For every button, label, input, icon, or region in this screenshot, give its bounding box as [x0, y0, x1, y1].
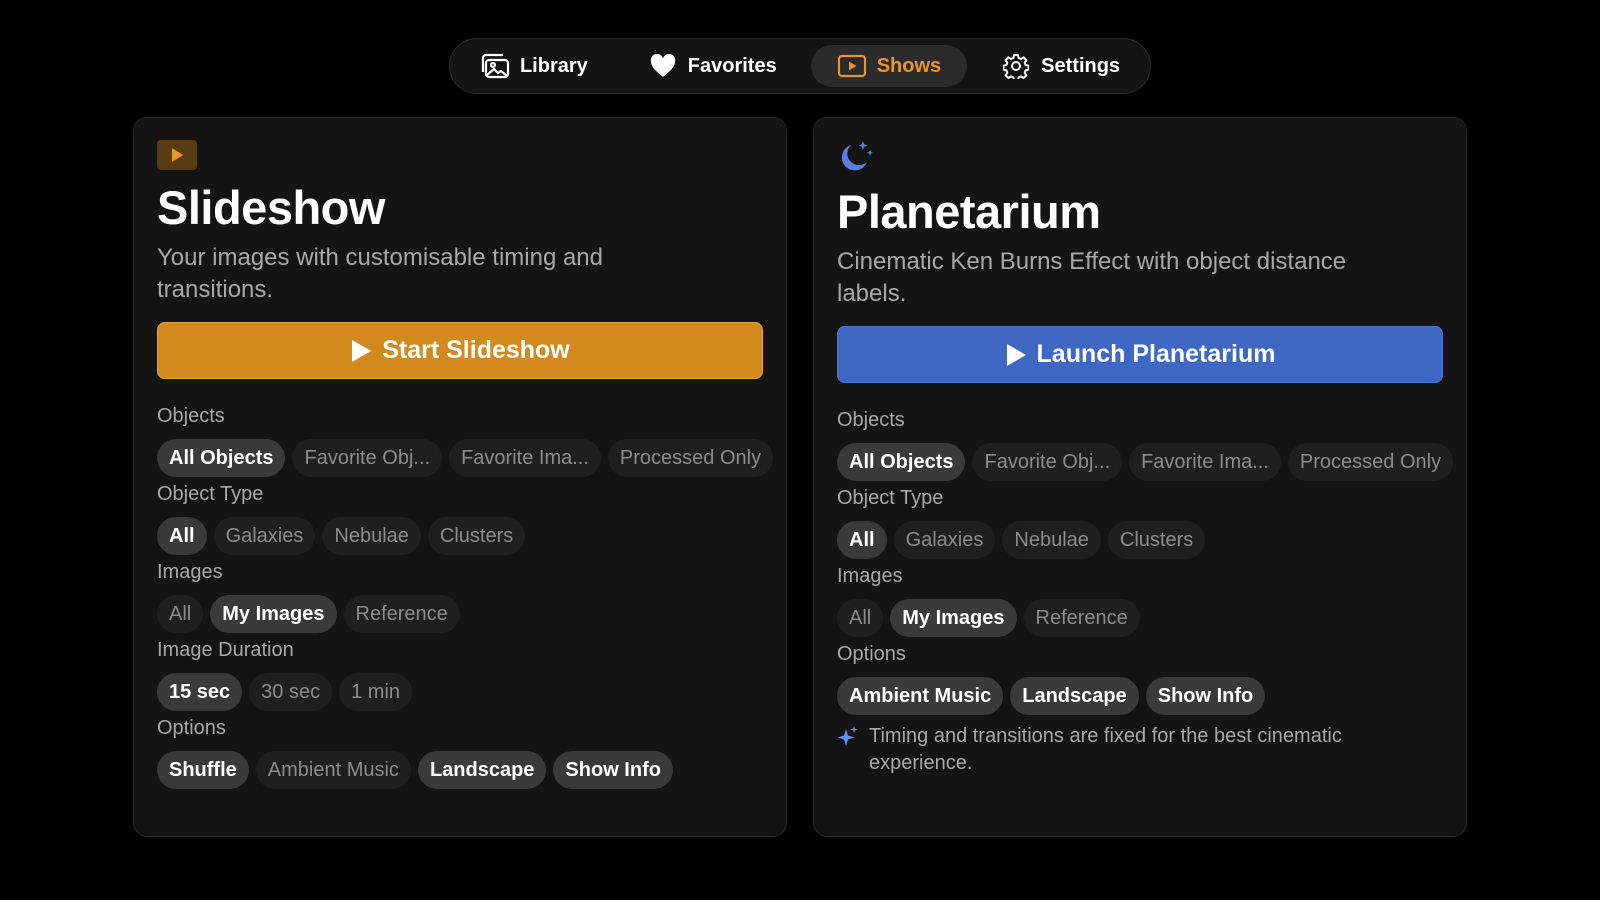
object-type-section: Object Type All Galaxies Nebulae Cluster…	[837, 485, 1447, 559]
nav-shows[interactable]: Shows	[810, 45, 968, 87]
section-label: Object Type	[837, 487, 944, 509]
card-title: Planetarium	[837, 185, 1101, 238]
moon-stars-icon	[837, 140, 875, 181]
chip-landscape[interactable]: Landscape	[1010, 677, 1139, 715]
chip-landscape[interactable]: Landscape	[417, 751, 547, 789]
chip-ambient-music[interactable]: Ambient Music	[255, 751, 411, 789]
nav-label: Shows	[876, 54, 942, 77]
image-duration-section: Image Duration 15 sec 30 sec 1 min	[157, 637, 767, 711]
planetarium-card: Planetarium Cinematic Ken Burns Effect w…	[813, 117, 1467, 837]
nav-library[interactable]: Library	[454, 45, 614, 87]
play-icon	[1006, 343, 1026, 366]
chip-nebulae[interactable]: Nebulae	[1002, 521, 1101, 559]
section-label: Images	[157, 561, 223, 583]
nav-settings[interactable]: Settings	[975, 45, 1146, 87]
images-section: Images All My Images Reference	[157, 559, 767, 633]
chip-all-images[interactable]: All	[157, 595, 204, 633]
section-label: Object Type	[157, 483, 264, 505]
card-title: Slideshow	[157, 181, 385, 234]
top-navigation: Library Favorites Shows Settings	[449, 38, 1151, 94]
photo-library-icon	[480, 53, 510, 79]
objects-section: Objects All Objects Favorite Obj... Favo…	[157, 403, 774, 477]
chip-reference[interactable]: Reference	[1023, 599, 1140, 637]
chip-all-images[interactable]: All	[837, 599, 884, 637]
chip-all[interactable]: All	[837, 521, 887, 559]
chip-clusters[interactable]: Clusters	[427, 517, 526, 555]
nav-favorites[interactable]: Favorites	[622, 45, 803, 87]
chip-my-images[interactable]: My Images	[210, 595, 337, 633]
nav-label: Settings	[1041, 54, 1121, 77]
chip-ambient-music[interactable]: Ambient Music	[837, 677, 1004, 715]
info-note: Timing and transitions are fixed for the…	[837, 723, 1397, 777]
chip-show-info[interactable]: Show Info	[553, 751, 673, 789]
images-section: Images All My Images Reference	[837, 563, 1447, 637]
options-section: Options Ambient Music Landscape Show Inf…	[837, 641, 1447, 715]
section-label: Image Duration	[157, 639, 294, 661]
chip-all-objects[interactable]: All Objects	[837, 443, 966, 481]
slideshow-card: Slideshow Your images with customisable …	[133, 117, 787, 837]
chip-all[interactable]: All	[157, 517, 207, 555]
start-slideshow-button[interactable]: Start Slideshow	[157, 322, 763, 379]
chip-galaxies[interactable]: Galaxies	[213, 517, 316, 555]
section-label: Objects	[837, 409, 905, 431]
chip-processed-only[interactable]: Processed Only	[607, 439, 774, 477]
note-text: Timing and transitions are fixed for the…	[869, 725, 1342, 774]
chip-30-sec[interactable]: 30 sec	[249, 673, 333, 711]
nav-label: Library	[519, 54, 588, 77]
chip-15-sec[interactable]: 15 sec	[157, 673, 243, 711]
chip-processed-only[interactable]: Processed Only	[1287, 443, 1454, 481]
chip-shuffle[interactable]: Shuffle	[157, 751, 249, 789]
chip-favorite-objects[interactable]: Favorite Obj...	[292, 439, 443, 477]
section-label: Images	[837, 565, 903, 587]
section-label: Options	[837, 643, 906, 665]
launch-planetarium-button[interactable]: Launch Planetarium	[837, 326, 1443, 383]
play-rectangle-icon	[837, 53, 867, 79]
chip-show-info[interactable]: Show Info	[1145, 677, 1266, 715]
chip-all-objects[interactable]: All Objects	[157, 439, 286, 477]
heart-icon	[648, 53, 678, 79]
gear-icon	[1001, 53, 1031, 79]
object-type-section: Object Type All Galaxies Nebulae Cluster…	[157, 481, 767, 555]
card-description: Cinematic Ken Burns Effect with object d…	[837, 248, 1347, 307]
chip-clusters[interactable]: Clusters	[1107, 521, 1206, 559]
nav-label: Favorites	[687, 54, 777, 77]
chip-galaxies[interactable]: Galaxies	[893, 521, 996, 559]
options-section: Options Shuffle Ambient Music Landscape …	[157, 715, 767, 789]
chip-favorite-images[interactable]: Favorite Ima...	[1129, 443, 1281, 481]
section-label: Options	[157, 717, 226, 739]
shows-page: Library Favorites Shows Settings Slidesh…	[0, 0, 1600, 900]
card-description: Your images with customisable timing and…	[157, 244, 604, 303]
chip-reference[interactable]: Reference	[343, 595, 460, 633]
button-label: Launch Planetarium	[1036, 340, 1276, 368]
chip-favorite-objects[interactable]: Favorite Obj...	[972, 443, 1123, 481]
chip-favorite-images[interactable]: Favorite Ima...	[449, 439, 601, 477]
play-icon	[352, 339, 372, 362]
objects-section: Objects All Objects Favorite Obj... Favo…	[837, 407, 1454, 481]
chip-1-min[interactable]: 1 min	[339, 673, 413, 711]
button-label: Start Slideshow	[382, 336, 570, 364]
play-rectangle-icon	[157, 140, 197, 175]
chip-my-images[interactable]: My Images	[890, 599, 1017, 637]
chip-nebulae[interactable]: Nebulae	[322, 517, 421, 555]
section-label: Objects	[157, 405, 225, 427]
sparkle-icon	[837, 726, 858, 746]
